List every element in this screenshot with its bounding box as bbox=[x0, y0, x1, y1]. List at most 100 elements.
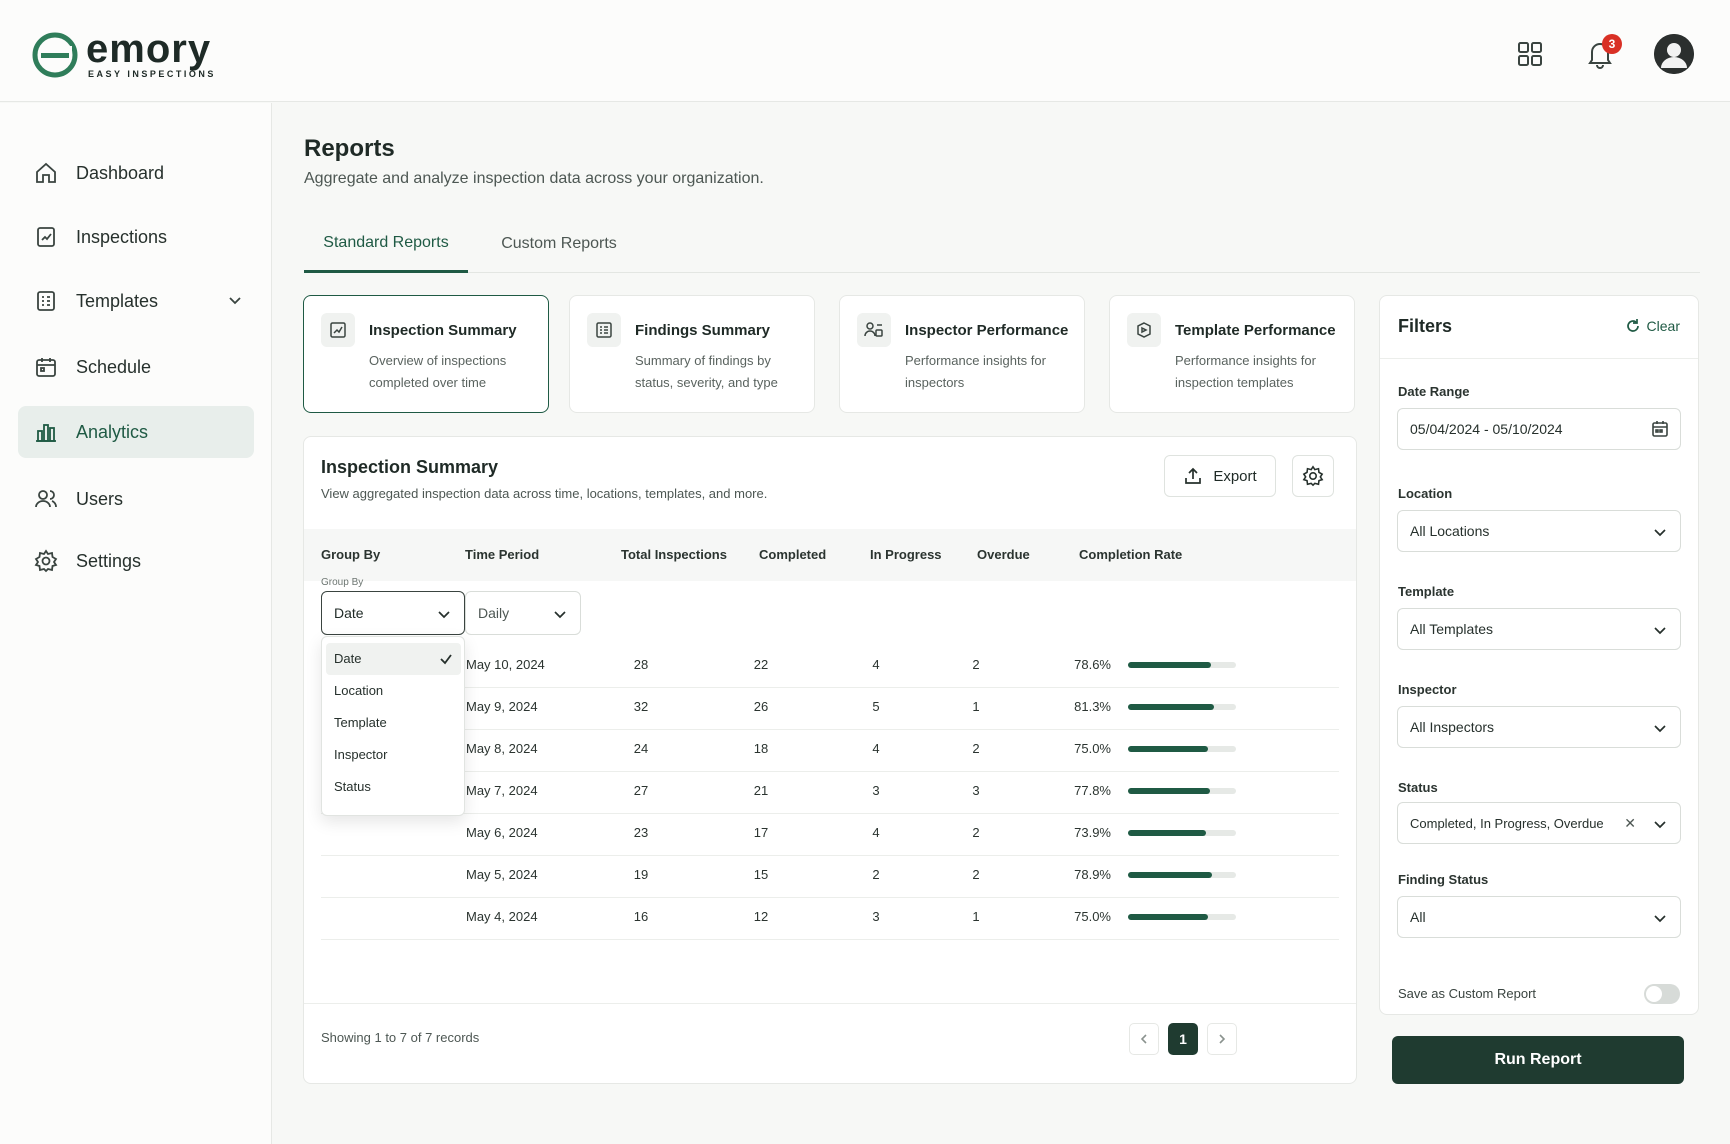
completion-rate-bar bbox=[1128, 830, 1236, 836]
run-report-button[interactable]: Run Report bbox=[1392, 1036, 1684, 1084]
page-button-current[interactable]: 1 bbox=[1168, 1023, 1198, 1055]
template-label: Template bbox=[1398, 584, 1455, 599]
sidebar-item-users[interactable]: Users bbox=[18, 473, 254, 525]
completion-rate-bar bbox=[1128, 914, 1236, 920]
cell-completed: 21 bbox=[753, 783, 769, 798]
table-row: May 4, 2024 16 12 3 1 75.0% bbox=[321, 894, 1339, 940]
prev-page-button[interactable] bbox=[1129, 1023, 1159, 1055]
report-settings-button[interactable] bbox=[1292, 455, 1334, 497]
table-row: May 9, 2024 32 26 5 1 81.3% bbox=[321, 684, 1339, 730]
sidebar-item-dashboard[interactable]: Dashboard bbox=[18, 147, 254, 199]
completion-rate-bar bbox=[1128, 788, 1236, 794]
location-select[interactable]: All Locations bbox=[1397, 510, 1681, 552]
chevron-right-icon bbox=[1219, 1034, 1226, 1044]
group-by-option-template[interactable]: Template bbox=[326, 707, 461, 739]
cell-in-progress: 2 bbox=[872, 867, 880, 882]
group-by-option-date[interactable]: Date bbox=[326, 643, 461, 675]
sidebar-item-schedule[interactable]: Schedule bbox=[18, 341, 254, 393]
cell-total: 28 bbox=[633, 657, 649, 672]
group-by-mini-label: Group By bbox=[321, 577, 364, 588]
group-by-select[interactable]: Date bbox=[321, 591, 465, 635]
template-select[interactable]: All Templates bbox=[1397, 608, 1681, 650]
finding-status-select[interactable]: All bbox=[1397, 896, 1681, 938]
user-avatar[interactable] bbox=[1654, 34, 1694, 74]
tab-standard-reports[interactable]: Standard Reports bbox=[304, 215, 468, 273]
completion-rate-bar-fill bbox=[1128, 914, 1208, 920]
cell-date: May 9, 2024 bbox=[466, 699, 538, 714]
cell-completed: 12 bbox=[753, 909, 769, 924]
check-icon bbox=[440, 654, 452, 665]
completion-rate-bar bbox=[1128, 746, 1236, 752]
export-button[interactable]: Export bbox=[1164, 455, 1276, 497]
chevron-down-icon bbox=[229, 297, 241, 305]
filters-panel: Filters Clear Date Range 05/04/2024 - 05… bbox=[1379, 295, 1699, 1015]
table-row: May 10, 2024 28 22 4 2 78.6% bbox=[321, 642, 1339, 688]
completion-rate-bar-fill bbox=[1128, 746, 1208, 752]
cell-overdue: 2 bbox=[972, 825, 980, 840]
report-card-findings-summary[interactable]: Findings Summary Summary of findings by … bbox=[569, 295, 815, 413]
brand-logo[interactable]: emory EASY INSPECTIONS bbox=[32, 29, 216, 79]
group-by-value: Date bbox=[334, 605, 364, 621]
template-icon bbox=[37, 291, 55, 311]
completion-rate-bar bbox=[1128, 872, 1236, 878]
sidebar-item-label: Templates bbox=[76, 290, 159, 311]
home-icon bbox=[36, 162, 56, 183]
group-by-option-inspector[interactable]: Inspector bbox=[326, 739, 461, 771]
clear-status-icon[interactable]: ✕ bbox=[1624, 815, 1636, 832]
calendar-icon[interactable] bbox=[1650, 419, 1670, 439]
apps-grid-icon[interactable] bbox=[1514, 38, 1546, 70]
tab-custom-reports[interactable]: Custom Reports bbox=[484, 215, 634, 273]
table-row: May 7, 2024 27 21 3 3 77.8% bbox=[321, 768, 1339, 814]
group-by-dropdown: Date Location Template Inspector Status bbox=[321, 636, 465, 816]
group-by-option-status[interactable]: Status bbox=[326, 771, 461, 803]
next-page-button[interactable] bbox=[1207, 1023, 1237, 1055]
cell-completed: 15 bbox=[753, 867, 769, 882]
cell-in-progress: 5 bbox=[872, 699, 880, 714]
report-card-inspector-performance[interactable]: Inspector Performance Performance insigh… bbox=[839, 295, 1085, 413]
sidebar: Dashboard Inspections Templates Schedule… bbox=[0, 103, 272, 1144]
sidebar-item-settings[interactable]: Settings bbox=[18, 535, 254, 587]
cell-completed: 22 bbox=[753, 657, 769, 672]
report-card-inspection-summary[interactable]: Inspection Summary Overview of inspectio… bbox=[303, 295, 549, 413]
cell-total: 32 bbox=[633, 699, 649, 714]
users-icon bbox=[35, 490, 57, 508]
completion-rate-bar bbox=[1128, 704, 1236, 710]
sidebar-item-label: Users bbox=[76, 488, 124, 509]
inspector-select[interactable]: All Inspectors bbox=[1397, 706, 1681, 748]
completion-rate-bar-fill bbox=[1128, 872, 1212, 878]
col-completed: Completed bbox=[759, 547, 827, 562]
cell-in-progress: 3 bbox=[872, 909, 880, 924]
completion-rate-bar-fill bbox=[1128, 704, 1215, 710]
cell-date: May 4, 2024 bbox=[466, 909, 538, 924]
cell-overdue: 2 bbox=[972, 867, 980, 882]
filters-title: Filters bbox=[1398, 316, 1453, 336]
option-label: Date bbox=[334, 651, 362, 666]
gear-icon bbox=[34, 549, 58, 573]
sidebar-item-templates[interactable]: Templates bbox=[18, 275, 254, 327]
group-by-option-location[interactable]: Location bbox=[326, 675, 461, 707]
date-range-input[interactable]: 05/04/2024 - 05/10/2024 bbox=[1397, 408, 1681, 450]
report-card-title: Inspection Summary bbox=[369, 322, 517, 339]
col-overdue: Overdue bbox=[977, 547, 1030, 562]
report-card-desc: Performance insights for inspection temp… bbox=[1175, 353, 1316, 390]
time-period-value: Daily bbox=[478, 605, 510, 621]
notification-badge: 3 bbox=[1602, 34, 1622, 54]
cell-completion-rate: 73.9% bbox=[1074, 825, 1111, 840]
sidebar-item-analytics[interactable]: Analytics bbox=[18, 406, 254, 458]
chevron-down-icon bbox=[1654, 821, 1666, 829]
page-title: Reports bbox=[304, 135, 395, 162]
cell-date: May 10, 2024 bbox=[466, 657, 545, 672]
notifications-bell-icon[interactable]: 3 bbox=[1584, 34, 1622, 70]
save-custom-toggle[interactable] bbox=[1644, 984, 1680, 1004]
chevron-down-icon bbox=[1654, 725, 1666, 733]
time-period-select[interactable]: Daily bbox=[465, 591, 581, 635]
user-performance-icon bbox=[857, 313, 891, 347]
clear-filters-button[interactable]: Clear bbox=[1625, 318, 1680, 334]
cell-completion-rate: 78.6% bbox=[1074, 657, 1111, 672]
panel-subtitle: View aggregated inspection data across t… bbox=[321, 486, 768, 501]
status-multiselect[interactable]: Completed, In Progress, Overdue ✕ bbox=[1397, 802, 1681, 844]
cell-in-progress: 3 bbox=[872, 783, 880, 798]
report-card-template-performance[interactable]: Template Performance Performance insight… bbox=[1109, 295, 1355, 413]
sidebar-item-inspections[interactable]: Inspections bbox=[18, 211, 254, 263]
table-header: Group By Time Period Total Inspections C… bbox=[304, 529, 1356, 581]
